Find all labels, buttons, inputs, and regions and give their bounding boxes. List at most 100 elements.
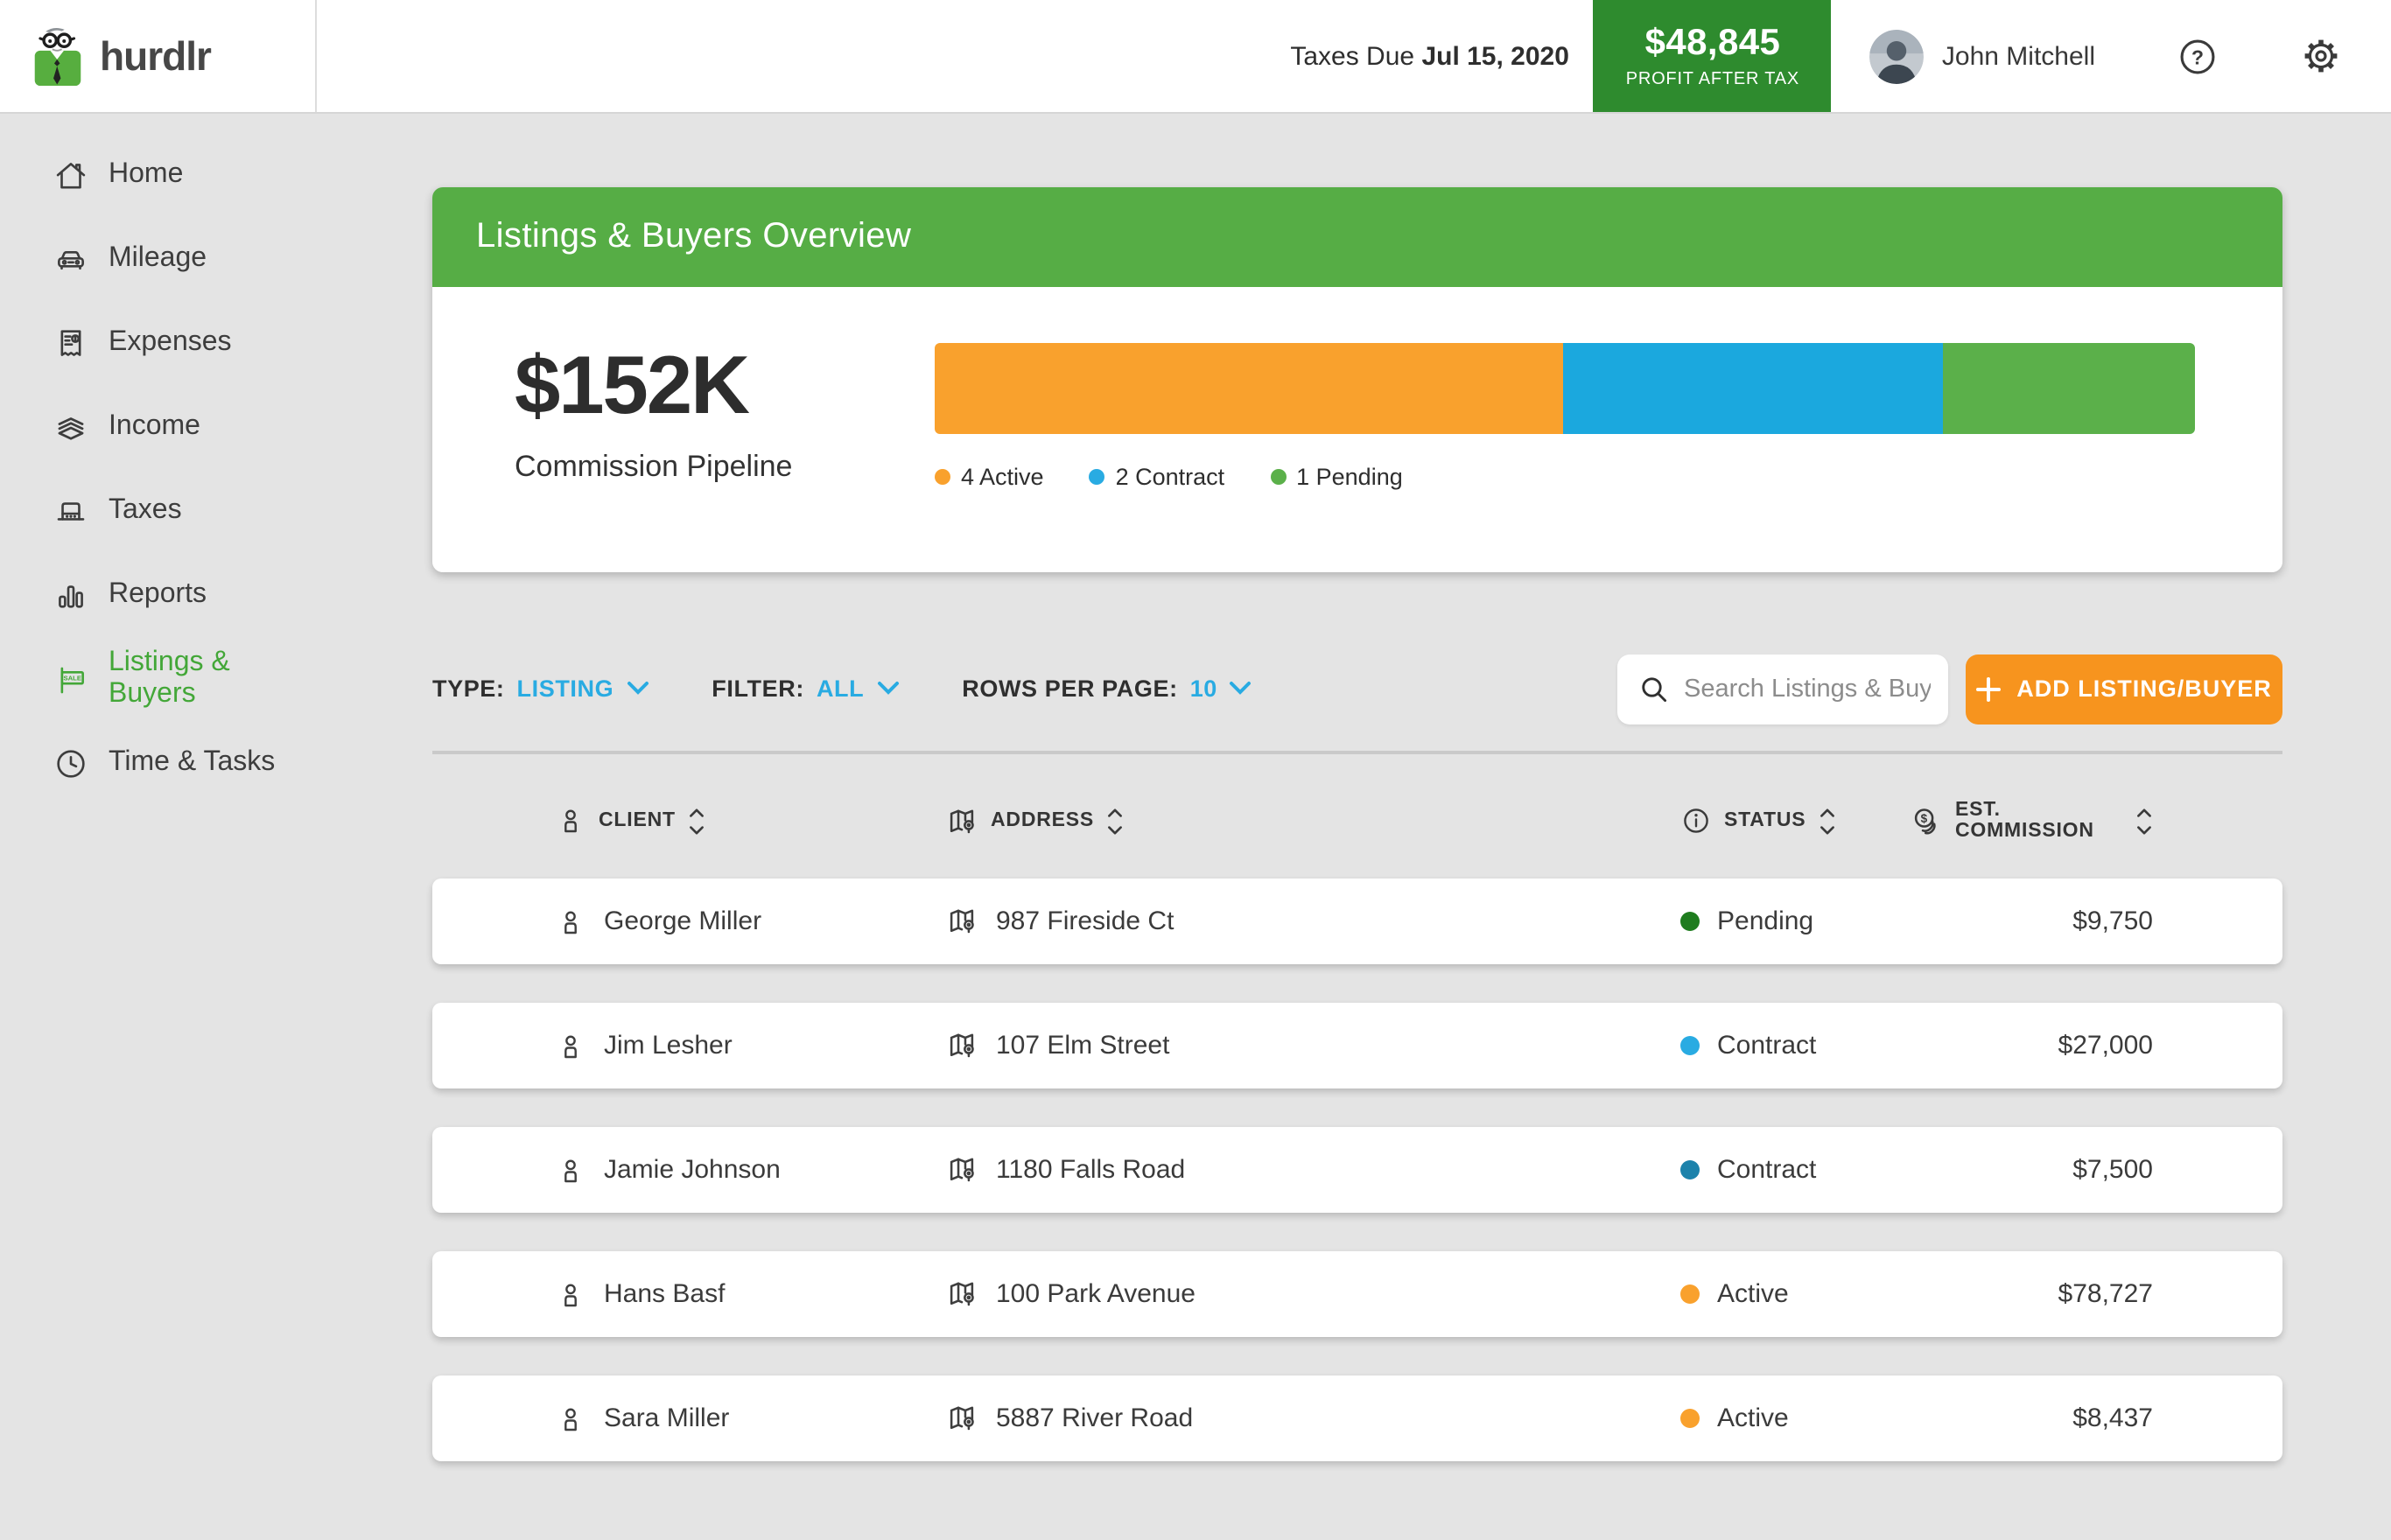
topbar: hurdlr Taxes Due Jul 15, 2020 $48,845 PR… <box>0 0 2391 114</box>
type-value: LISTING <box>517 676 614 702</box>
status-cell: Contract <box>1680 1031 1910 1060</box>
commission-value: $27,000 <box>2058 1031 2153 1060</box>
status-text: Active <box>1717 1404 1789 1433</box>
table-row[interactable]: Jim Lesher 107 Elm Street Contract $27,0… <box>432 1003 2282 1088</box>
address-text: 987 Fireside Ct <box>996 906 1174 936</box>
column-label: EST. COMMISSION <box>1955 800 2123 842</box>
stacked-bar <box>935 343 2195 434</box>
chevron-down-icon <box>876 681 899 696</box>
chevron-down-icon <box>1230 681 1252 696</box>
clock-icon <box>53 745 89 781</box>
add-listing-buyer-label: ADD LISTING/BUYER <box>2016 676 2272 702</box>
sidebar-item-mileage[interactable]: Mileage <box>0 217 317 301</box>
sidebar-item-expenses[interactable]: Expenses <box>0 301 317 385</box>
legend-dot-active <box>935 469 950 485</box>
status-dot <box>1680 912 1700 931</box>
column-header-commission[interactable]: $ EST. COMMISSION <box>1910 800 2153 842</box>
legend-label: 1 Pending <box>1296 464 1403 490</box>
column-header-status[interactable]: STATUS <box>1680 805 1910 836</box>
sidebar-item-label: Listings & Buyers <box>109 648 317 710</box>
rows-per-page-value: 10 <box>1190 676 1217 702</box>
map-pin-icon <box>945 1153 978 1186</box>
filter-value: ALL <box>817 676 864 702</box>
settings-button[interactable] <box>2300 35 2342 77</box>
toolbar-right: ADD LISTING/BUYER <box>1617 654 2282 724</box>
column-header-address[interactable]: ADDRESS <box>945 804 1680 837</box>
sidebar-item-home[interactable]: Home <box>0 133 317 217</box>
sidebar-item-reports[interactable]: Reports <box>0 553 317 637</box>
tax-hat-icon <box>53 493 89 529</box>
sidebar-item-taxes[interactable]: Taxes <box>0 469 317 553</box>
bar-segment-contract <box>1562 343 1943 434</box>
address-text: 5887 River Road <box>996 1404 1193 1433</box>
profit-amount: $48,845 <box>1645 23 1781 65</box>
type-dropdown[interactable]: TYPE: LISTING <box>432 676 649 702</box>
commission-value: $7,500 <box>2072 1155 2153 1185</box>
client-cell: Sara Miller <box>555 1403 945 1434</box>
legend-dot-contract <box>1090 469 1105 485</box>
client-name: Hans Basf <box>604 1279 725 1309</box>
rows-per-page-dropdown[interactable]: ROWS PER PAGE: 10 <box>962 676 1252 702</box>
help-button[interactable]: ? <box>2176 34 2219 78</box>
table-row[interactable]: Jamie Johnson 1180 Falls Road Contract $… <box>432 1127 2282 1213</box>
listings-table: George Miller 987 Fireside Ct Pending $9… <box>432 878 2282 1461</box>
table-row[interactable]: Hans Basf 100 Park Avenue Active $78,727 <box>432 1251 2282 1337</box>
address-text: 1180 Falls Road <box>996 1155 1185 1185</box>
pipeline-caption: Commission Pipeline <box>515 450 792 485</box>
sort-icon[interactable] <box>1818 806 1835 836</box>
sort-icon[interactable] <box>1106 806 1124 836</box>
sidebar-item-listings-buyers[interactable]: SALE Listings & Buyers <box>0 637 317 721</box>
address-cell: 100 Park Avenue <box>945 1278 1680 1311</box>
commission-value: $8,437 <box>2072 1404 2153 1433</box>
table-row[interactable]: George Miller 987 Fireside Ct Pending $9… <box>432 878 2282 964</box>
commission-cell: $27,000 <box>1910 1031 2153 1060</box>
taxes-due: Taxes Due Jul 15, 2020 <box>1290 41 1569 71</box>
commission-cell: $8,437 <box>1910 1404 2153 1433</box>
brand-logo[interactable]: hurdlr <box>0 0 317 112</box>
list-toolbar: TYPE: LISTING FILTER: ALL ROWS PER PAGE:… <box>432 653 2282 724</box>
add-listing-buyer-button[interactable]: ADD LISTING/BUYER <box>1966 654 2282 724</box>
rows-per-page-label: ROWS PER PAGE: <box>962 676 1177 702</box>
client-cell: Jamie Johnson <box>555 1154 945 1186</box>
sidebar-item-label: Reports <box>109 579 207 611</box>
sort-icon[interactable] <box>688 806 705 836</box>
user-avatar[interactable] <box>1870 29 1925 83</box>
gear-icon <box>2300 35 2342 77</box>
status-cell: Pending <box>1680 906 1910 936</box>
chart-legend: 4 Active 2 Contract 1 Pending <box>935 464 2195 490</box>
filter-dropdown[interactable]: FILTER: ALL <box>712 676 899 702</box>
user-name[interactable]: John Mitchell <box>1942 41 2095 71</box>
topbar-right: Taxes Due Jul 15, 2020 $48,845 PROFIT AF… <box>1290 0 2391 112</box>
sidebar-item-time-tasks[interactable]: Time & Tasks <box>0 721 317 805</box>
search-icon <box>1638 673 1670 704</box>
sidebar-item-income[interactable]: Income <box>0 385 317 469</box>
sort-icon[interactable] <box>2135 806 2153 836</box>
column-label: CLIENT <box>599 810 676 831</box>
column-header-client[interactable]: CLIENT <box>555 805 945 836</box>
map-pin-icon <box>945 1029 978 1062</box>
taxes-due-label: Taxes Due <box>1290 41 1414 71</box>
bar-segment-pending <box>1943 343 2195 434</box>
map-pin-icon <box>945 1278 978 1311</box>
sale-sign-icon: SALE <box>53 661 89 697</box>
map-pin-icon <box>945 804 978 837</box>
client-cell: Hans Basf <box>555 1278 945 1310</box>
taxes-due-date: Jul 15, 2020 <box>1421 41 1568 71</box>
status-text: Contract <box>1717 1155 1816 1185</box>
bar-chart-icon <box>53 577 89 613</box>
sidebar-item-label: Expenses <box>109 327 232 359</box>
svg-text:?: ? <box>2191 45 2204 67</box>
status-cell: Active <box>1680 1279 1910 1309</box>
address-cell: 5887 River Road <box>945 1402 1680 1435</box>
overview-title: Listings & Buyers Overview <box>476 217 911 257</box>
receipt-icon <box>53 325 89 361</box>
svg-text:$: $ <box>1921 811 1928 824</box>
sidebar: Home Mileage Expenses <box>0 112 317 1540</box>
table-row[interactable]: Sara Miller 5887 River Road Active $8,43… <box>432 1376 2282 1461</box>
sidebar-item-label: Income <box>109 411 200 443</box>
legend-label: 2 Contract <box>1116 464 1225 490</box>
commission-cell: $78,727 <box>1910 1279 2153 1309</box>
commission-cell: $9,750 <box>1910 906 2153 936</box>
pipeline-summary: $152K Commission Pipeline <box>515 343 792 485</box>
sidebar-item-label: Home <box>109 159 183 191</box>
